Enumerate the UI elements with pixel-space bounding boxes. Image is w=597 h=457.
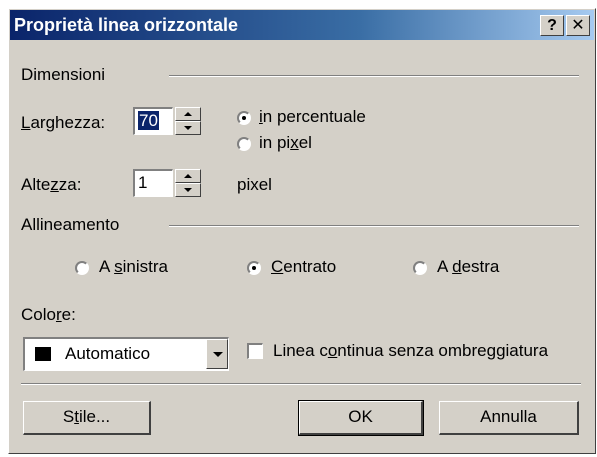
chevron-down-icon[interactable] (206, 339, 228, 369)
align-left-radio[interactable] (75, 261, 89, 275)
color-swatch (35, 347, 51, 361)
horizontal-line-properties-dialog: Proprietà linea orizzontale ? ✕ Dimensio… (8, 8, 596, 454)
close-icon: ✕ (571, 17, 585, 34)
align-right-label[interactable]: A destra (437, 257, 499, 277)
dimensions-divider (169, 75, 579, 77)
alignment-divider (169, 225, 579, 227)
color-value: Automatico (65, 344, 151, 363)
width-value: 70 (138, 111, 159, 130)
alignment-group-label: Allineamento (21, 215, 120, 234)
width-input[interactable]: 70 (133, 107, 173, 135)
height-spinner[interactable] (175, 169, 201, 197)
cancel-button[interactable]: Annulla (439, 401, 579, 435)
dialog-title: Proprietà linea orizzontale (14, 15, 239, 35)
no-shade-label[interactable]: Linea continua senza ombreggiatura (273, 341, 548, 361)
title-bar[interactable]: Proprietà linea orizzontale ? ✕ (10, 10, 594, 40)
align-left-label[interactable]: A sinistra (99, 257, 168, 277)
height-spin-down-icon[interactable] (175, 183, 201, 197)
width-spin-up-icon[interactable] (175, 107, 201, 121)
no-shade-checkbox[interactable] (247, 343, 263, 359)
width-spin-down-icon[interactable] (175, 121, 201, 135)
ok-button[interactable]: OK (298, 400, 424, 436)
buttons-divider (21, 383, 581, 385)
dimensions-group-label: Dimensioni (21, 65, 106, 84)
unit-pixel-radio[interactable] (237, 137, 251, 151)
height-spin-up-icon[interactable] (175, 169, 201, 183)
unit-percent-radio[interactable] (237, 111, 251, 125)
align-right-radio[interactable] (413, 261, 427, 275)
align-center-radio[interactable] (247, 261, 261, 275)
width-spinner[interactable] (175, 107, 201, 135)
align-center-label[interactable]: Centrato (271, 257, 336, 277)
height-value: 1 (138, 173, 148, 192)
style-button[interactable]: Stile... (23, 401, 151, 435)
color-label: Colore: (21, 305, 76, 324)
width-label: Larghezza: (21, 113, 106, 132)
unit-pixel-label[interactable]: in pixel (259, 133, 312, 153)
close-button[interactable]: ✕ (566, 15, 590, 36)
height-input[interactable]: 1 (133, 169, 173, 197)
color-select[interactable]: Automatico (23, 337, 229, 371)
unit-percent-label[interactable]: in percentuale (259, 107, 366, 127)
help-button[interactable]: ? (540, 15, 564, 36)
height-unit-label: pixel (237, 175, 272, 194)
height-label: Altezza: (21, 175, 82, 194)
